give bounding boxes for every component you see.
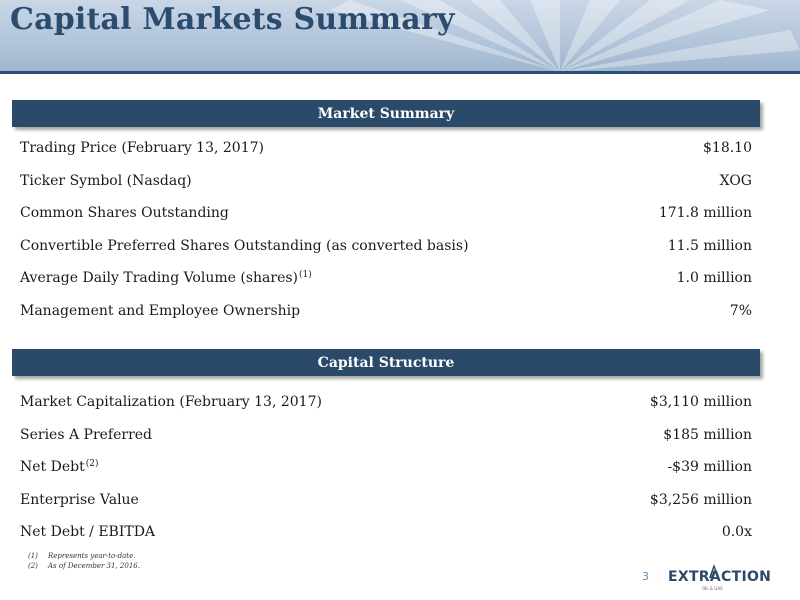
row-label: Series A Preferred [20,427,152,443]
title-divider [0,71,800,74]
row-value: 11.5 million [667,237,752,254]
row-label: Ticker Symbol (Nasdaq) [20,173,192,189]
row-label: Net Debt / EBITDA [20,524,155,540]
row-label-text: Net Debt [20,459,85,476]
row-label: Convertible Preferred Shares Outstanding… [20,238,469,254]
row-label: Enterprise Value [20,492,139,508]
footnote-marker: (1) [299,270,312,281]
table-row: Common Shares Outstanding 171.8 million [20,197,752,230]
table-row: Enterprise Value $3,256 million [20,484,752,517]
capital-structure-table: Market Capitalization (February 13, 2017… [20,386,752,549]
table-row: Net Debt / EBITDA 0.0x [20,516,752,549]
row-value: XOG [719,172,752,189]
table-row: Ticker Symbol (Nasdaq) XOG [20,165,752,198]
row-label: Average Daily Trading Volume (shares)(1) [20,270,312,286]
logo-wordmark: EXTRACTION [668,569,772,585]
footnote-text: Represents year-to-date. [48,552,136,560]
table-row: Management and Employee Ownership 7% [20,295,752,328]
table-row: Market Capitalization (February 13, 2017… [20,386,752,419]
row-label: Net Debt(2) [20,459,98,475]
table-row: Convertible Preferred Shares Outstanding… [20,230,752,263]
capital-structure-header: Capital Structure [12,349,760,376]
market-summary-header: Market Summary [12,100,760,127]
row-label: Management and Employee Ownership [20,303,300,319]
table-row: Average Daily Trading Volume (shares)(1)… [20,262,752,295]
row-label-text: Average Daily Trading Volume (shares) [20,270,298,287]
company-logo: EXTRACTION OIL & GAS [664,564,771,594]
footnote: (1) Represents year-to-date. [28,551,140,561]
row-label: Market Capitalization (February 13, 2017… [20,394,322,410]
row-label-text: Enterprise Value [20,491,139,508]
row-value: $185 million [663,426,752,443]
table-row: Series A Preferred $185 million [20,419,752,452]
page-title: Capital Markets Summary [10,2,455,37]
row-label: Trading Price (February 13, 2017) [20,140,264,156]
footnote: (2) As of December 31, 2016. [28,561,140,571]
table-row: Net Debt(2) -$39 million [20,451,752,484]
row-label-text: Management and Employee Ownership [20,302,301,319]
market-summary-table: Trading Price (February 13, 2017) $18.10 T… [20,132,752,327]
footnote-marker: (2) [85,459,99,470]
row-value: 171.8 million [658,205,752,222]
footnote-number: (1) [28,552,38,560]
page-number: 3 [642,570,649,583]
row-value: 1.0 million [676,270,752,287]
row-label-text: Ticker Symbol (Nasdaq) [20,172,192,189]
logo-subtitle: OIL & GAS [702,586,723,591]
row-label-text: Common Shares Outstanding [20,205,229,222]
row-label-text: Net Debt / EBITDA [20,524,156,541]
table-row: Trading Price (February 13, 2017) $18.10 [20,132,752,165]
row-value: 0.0x [721,524,752,541]
row-value: $18.10 [703,140,752,157]
row-label-text: Market Capitalization (February 13, 2017… [20,394,322,411]
row-value: 7% [729,302,752,319]
title-banner: Capital Markets Summary [0,0,800,72]
row-value: $3,256 million [649,491,752,508]
row-value: -$39 million [667,459,752,476]
footnotes: (1) Represents year-to-date. (2) As of Dece… [28,551,140,571]
footnote-number: (2) [28,562,38,570]
row-label-text: Series A Preferred [20,426,153,443]
row-value: $3,110 million [649,394,752,411]
row-label-text: Trading Price (February 13, 2017) [20,140,264,157]
row-label-text: Convertible Preferred Shares Outstanding… [20,237,469,254]
footnote-text: As of December 31, 2016. [48,562,140,570]
row-label: Common Shares Outstanding [20,205,229,221]
